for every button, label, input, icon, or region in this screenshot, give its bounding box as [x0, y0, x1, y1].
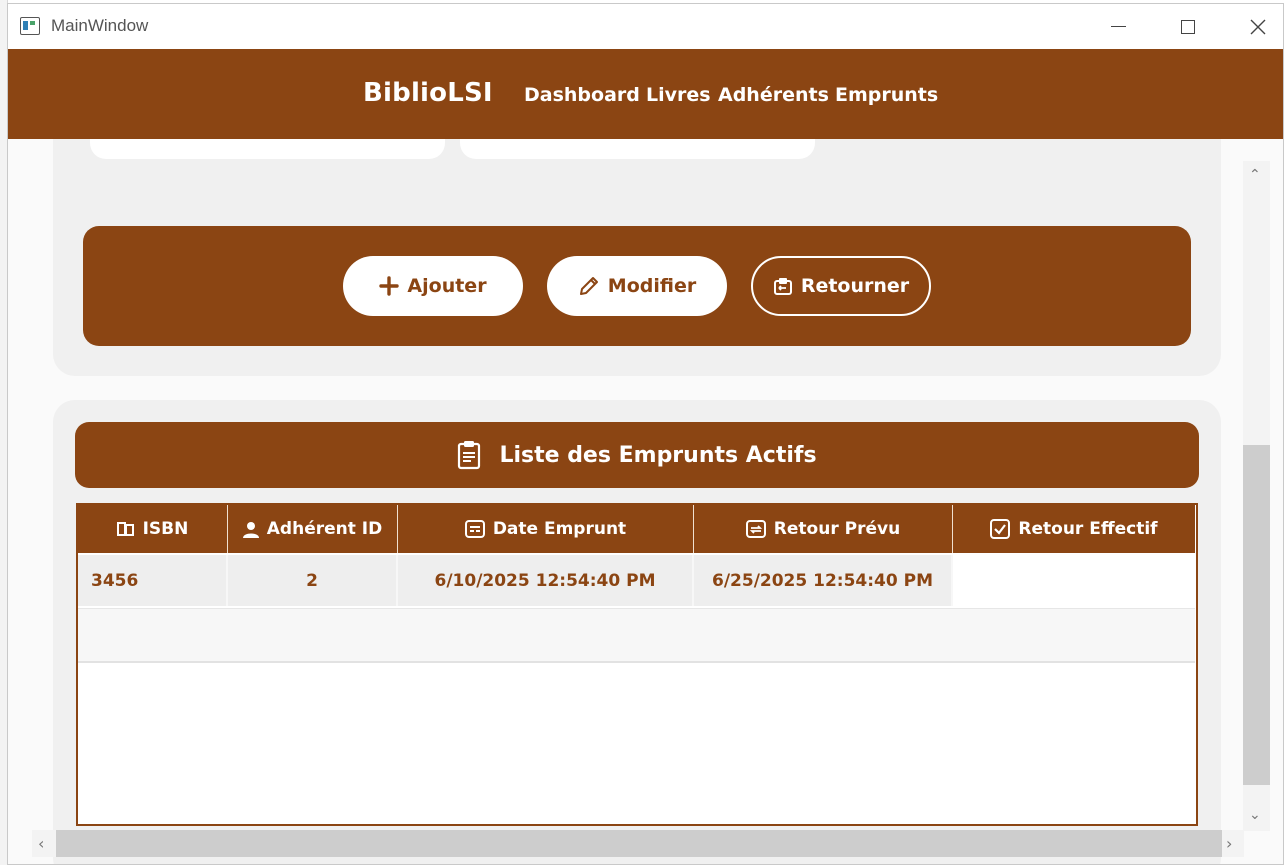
column-header-retour-effectif[interactable]: Retour Effectif — [953, 505, 1195, 553]
nav-emprunts[interactable]: Emprunts — [835, 84, 938, 106]
column-header-adherent-id[interactable]: Adhérent ID — [228, 505, 398, 553]
cell-date-emprunt: 6/10/2025 12:54:40 PM — [398, 555, 694, 606]
app-icon — [20, 17, 40, 35]
column-header-retour-prevu[interactable]: Retour Prévu — [694, 505, 953, 553]
cell-retour-prevu: 6/25/2025 12:54:40 PM — [694, 555, 953, 606]
vertical-scrollbar[interactable]: ⌃ ⌄ — [1243, 161, 1270, 831]
form-panel: Ajouter Modifier Retourner — [53, 139, 1221, 376]
add-button-label: Ajouter — [407, 275, 487, 297]
column-label: Adhérent ID — [266, 519, 383, 539]
action-bar: Ajouter Modifier Retourner — [83, 226, 1191, 346]
add-button[interactable]: Ajouter — [343, 256, 523, 316]
column-label: Retour Prévu — [773, 519, 901, 539]
scroll-right-icon[interactable]: › — [1226, 834, 1232, 853]
books-icon — [116, 522, 134, 536]
column-label: Date Emprunt — [492, 519, 627, 539]
nav-livres[interactable]: Livres — [646, 84, 711, 106]
list-title: Liste des Emprunts Actifs — [499, 442, 817, 468]
return-box-icon — [773, 278, 792, 295]
top-navbar: BiblioLSI Dashboard Livres Adhérents Emp… — [8, 49, 1283, 139]
column-header-isbn[interactable]: ISBN — [78, 505, 228, 553]
form-field-card — [90, 139, 445, 159]
column-label: Retour Effectif — [1018, 519, 1158, 539]
cell-retour-effectif — [953, 555, 1195, 606]
scroll-up-icon[interactable]: ⌃ — [1249, 167, 1261, 183]
return-button-label: Retourner — [800, 275, 910, 297]
user-icon — [242, 521, 259, 538]
main-window: MainWindow BiblioLSI Dashboard Livres Ad… — [7, 3, 1284, 865]
table-header-row: ISBN Adhérent ID Date Emprunt Retour Pré… — [78, 505, 1195, 553]
clipboard-icon — [458, 441, 481, 470]
column-label: ISBN — [142, 519, 189, 539]
table-new-row[interactable] — [78, 608, 1195, 663]
vertical-scroll-thumb[interactable] — [1243, 445, 1270, 785]
checkbox-icon — [990, 519, 1011, 539]
minimize-button[interactable] — [1083, 4, 1153, 49]
scroll-content: Ajouter Modifier Retourner Liste des Emp… — [8, 139, 1283, 864]
form-field-card — [460, 139, 815, 159]
title-bar: MainWindow — [8, 4, 1283, 49]
column-header-date-emprunt[interactable]: Date Emprunt — [398, 505, 694, 553]
minimize-icon — [1110, 25, 1126, 28]
brand-logo-text: BiblioLSI — [363, 78, 493, 108]
cell-isbn: 3456 — [78, 555, 228, 606]
pencil-icon — [579, 277, 598, 295]
refresh-calendar-icon — [745, 520, 766, 538]
edit-button-label: Modifier — [607, 275, 697, 297]
nav-adherents[interactable]: Adhérents — [718, 84, 829, 106]
cell-adherent-id: 2 — [228, 555, 398, 606]
close-icon — [1250, 19, 1266, 34]
list-panel: Liste des Emprunts Actifs ISBN Adhérent … — [53, 400, 1221, 864]
calendar-icon — [464, 520, 485, 538]
maximize-button[interactable] — [1153, 4, 1223, 49]
edit-button[interactable]: Modifier — [547, 256, 727, 316]
nav-dashboard[interactable]: Dashboard — [524, 84, 640, 106]
maximize-icon — [1181, 19, 1195, 34]
table-row[interactable]: 3456 2 6/10/2025 12:54:40 PM 6/25/2025 1… — [78, 555, 1195, 606]
horizontal-scroll-thumb[interactable] — [56, 830, 1222, 857]
scroll-left-icon[interactable]: ‹ — [38, 834, 44, 853]
horizontal-scrollbar[interactable]: ‹ › — [32, 830, 1244, 857]
emprunts-table: ISBN Adhérent ID Date Emprunt Retour Pré… — [76, 503, 1198, 826]
close-button[interactable] — [1223, 4, 1283, 49]
plus-icon — [379, 276, 400, 296]
scroll-down-icon[interactable]: ⌄ — [1249, 807, 1261, 823]
return-button[interactable]: Retourner — [751, 256, 931, 316]
window-title: MainWindow — [51, 16, 149, 35]
list-header: Liste des Emprunts Actifs — [75, 422, 1199, 488]
